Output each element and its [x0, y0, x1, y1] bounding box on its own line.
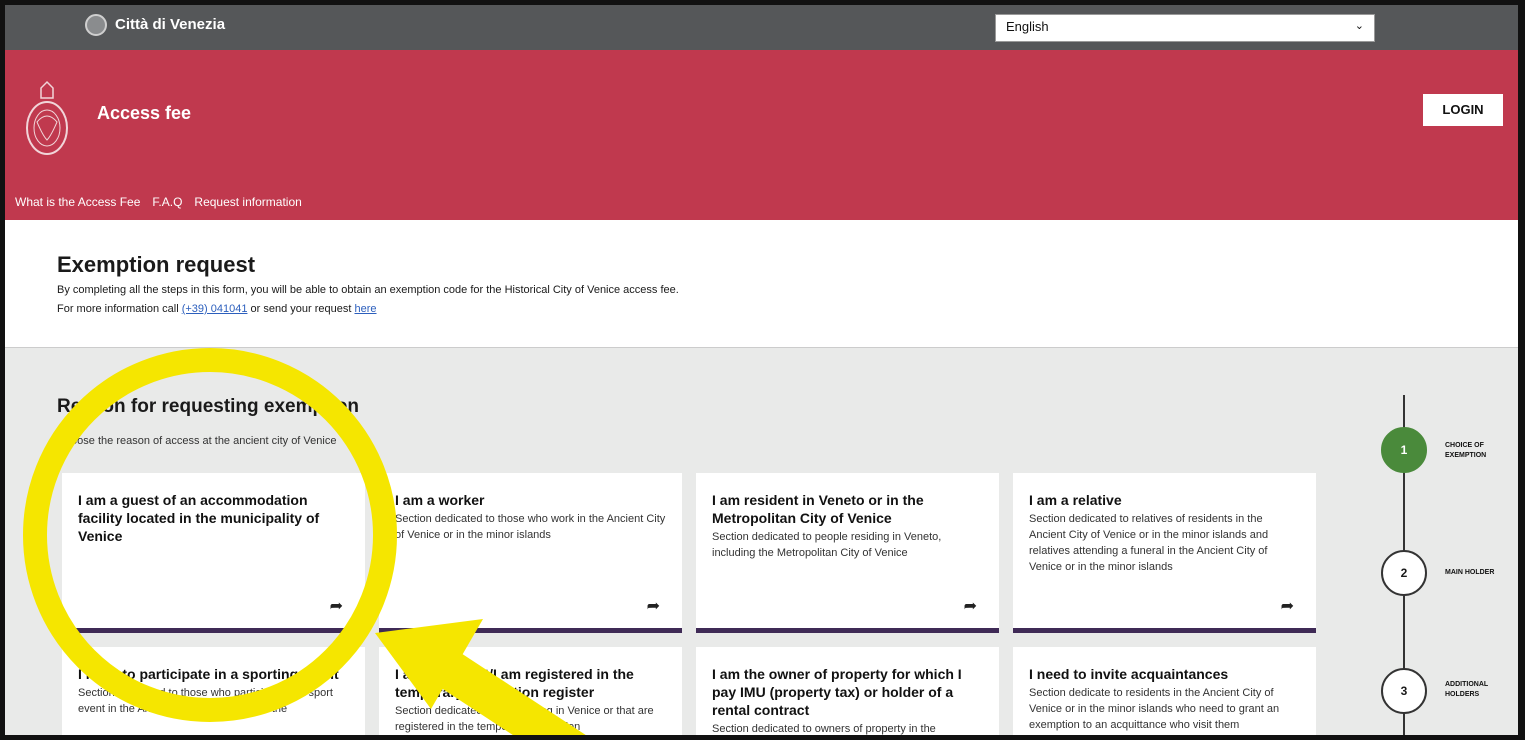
language-value: English	[1006, 19, 1049, 34]
here-link[interactable]: here	[354, 303, 376, 315]
card-description: Section dedicate to residents in the Anc…	[1029, 687, 1280, 731]
card-invite-acquaintances[interactable]: I need to invite acquaintances Section de…	[1013, 647, 1316, 735]
header-nav: What is the Access Fee F.A.Q Request inf…	[15, 195, 302, 209]
card-description: Section dedicated to those who work in t…	[395, 513, 666, 541]
card-description: Section dedicated to those who participa…	[78, 687, 333, 715]
city-name[interactable]: Città di Venezia	[115, 16, 225, 33]
section-title: Reason for requesting exemption	[57, 396, 359, 417]
phone-link[interactable]: (+39) 041041	[182, 303, 248, 315]
contact-prefix: For more information call	[57, 303, 182, 315]
language-select[interactable]: English ⌄	[995, 14, 1375, 42]
nav-request-information[interactable]: Request information	[194, 195, 301, 209]
card-title: I am a worker	[395, 492, 485, 508]
chevron-down-icon: ⌄	[1354, 20, 1364, 32]
card-description: Section dedicated to owners of property …	[712, 723, 936, 735]
card-title: I need to invite acquaintances	[1029, 666, 1229, 682]
nav-what-is-access-fee[interactable]: What is the Access Fee	[15, 195, 140, 209]
step-1[interactable]: 1	[1381, 427, 1427, 473]
card-description: Section dedicated to people residing in …	[712, 531, 942, 559]
step-2[interactable]: 2	[1381, 550, 1427, 596]
card-description: Section dedicated to relatives of reside…	[1029, 513, 1269, 573]
share-arrow-icon: ➦	[646, 598, 660, 615]
card-title: I am resident in Veneto or in the Metrop…	[712, 492, 924, 526]
top-bar: Città di Venezia English ⌄	[5, 5, 1518, 50]
card-title: I need to participate in a sporting even…	[78, 666, 339, 682]
step-3[interactable]: 3	[1381, 668, 1427, 714]
card-property-owner[interactable]: I am the owner of property for which I p…	[696, 647, 999, 735]
step-2-label: MAIN HOLDER	[1445, 569, 1495, 576]
intro-text: By completing all the steps in this form…	[57, 284, 679, 296]
card-student-registered[interactable]: I am a student/I am registered in the te…	[379, 647, 682, 735]
contact-text: For more information call (+39) 041041 o…	[57, 303, 377, 315]
intro-section: Exemption request By completing all the …	[5, 220, 1518, 348]
share-arrow-icon: ➦	[963, 598, 977, 615]
card-title: I am the owner of property for which I p…	[712, 666, 962, 718]
card-sporting-event[interactable]: I need to participate in a sporting even…	[62, 647, 365, 735]
site-header: Access fee LOGIN What is the Access Fee …	[5, 50, 1518, 220]
app-title: Access fee	[97, 103, 192, 123]
city-seal-icon	[85, 14, 107, 36]
step-3-label: ADDITIONAL HOLDERS	[1445, 681, 1489, 698]
card-description: Section dedicated to those living in Ven…	[395, 705, 654, 733]
card-title: I am a student/I am registered in the te…	[395, 666, 634, 700]
card-title: I am a relative	[1029, 492, 1122, 508]
card-guest-accommodation[interactable]: I am a guest of an accommodation facilit…	[62, 473, 365, 633]
share-arrow-icon: ➦	[1280, 598, 1294, 615]
card-resident-veneto[interactable]: I am resident in Veneto or in the Metrop…	[696, 473, 999, 633]
share-arrow-icon: ➦	[329, 598, 343, 615]
card-worker[interactable]: I am a worker Section dedicated to those …	[379, 473, 682, 633]
section-subtitle: Choose the reason of access at the ancie…	[57, 435, 337, 447]
step-1-label: CHOICE OF EXEMPTION	[1445, 442, 1487, 459]
login-button[interactable]: LOGIN	[1423, 94, 1503, 126]
page-title: Exemption request	[57, 252, 256, 277]
card-relative[interactable]: I am a relative Section dedicated to rela…	[1013, 473, 1316, 633]
venice-crest-icon	[26, 80, 68, 155]
browser-frame: Città di Venezia English ⌄ Access fee LO…	[0, 0, 1525, 740]
card-title: I am a guest of an accommodation facilit…	[78, 492, 320, 544]
nav-faq[interactable]: F.A.Q	[152, 195, 182, 209]
contact-middle: or send your request	[247, 303, 355, 315]
